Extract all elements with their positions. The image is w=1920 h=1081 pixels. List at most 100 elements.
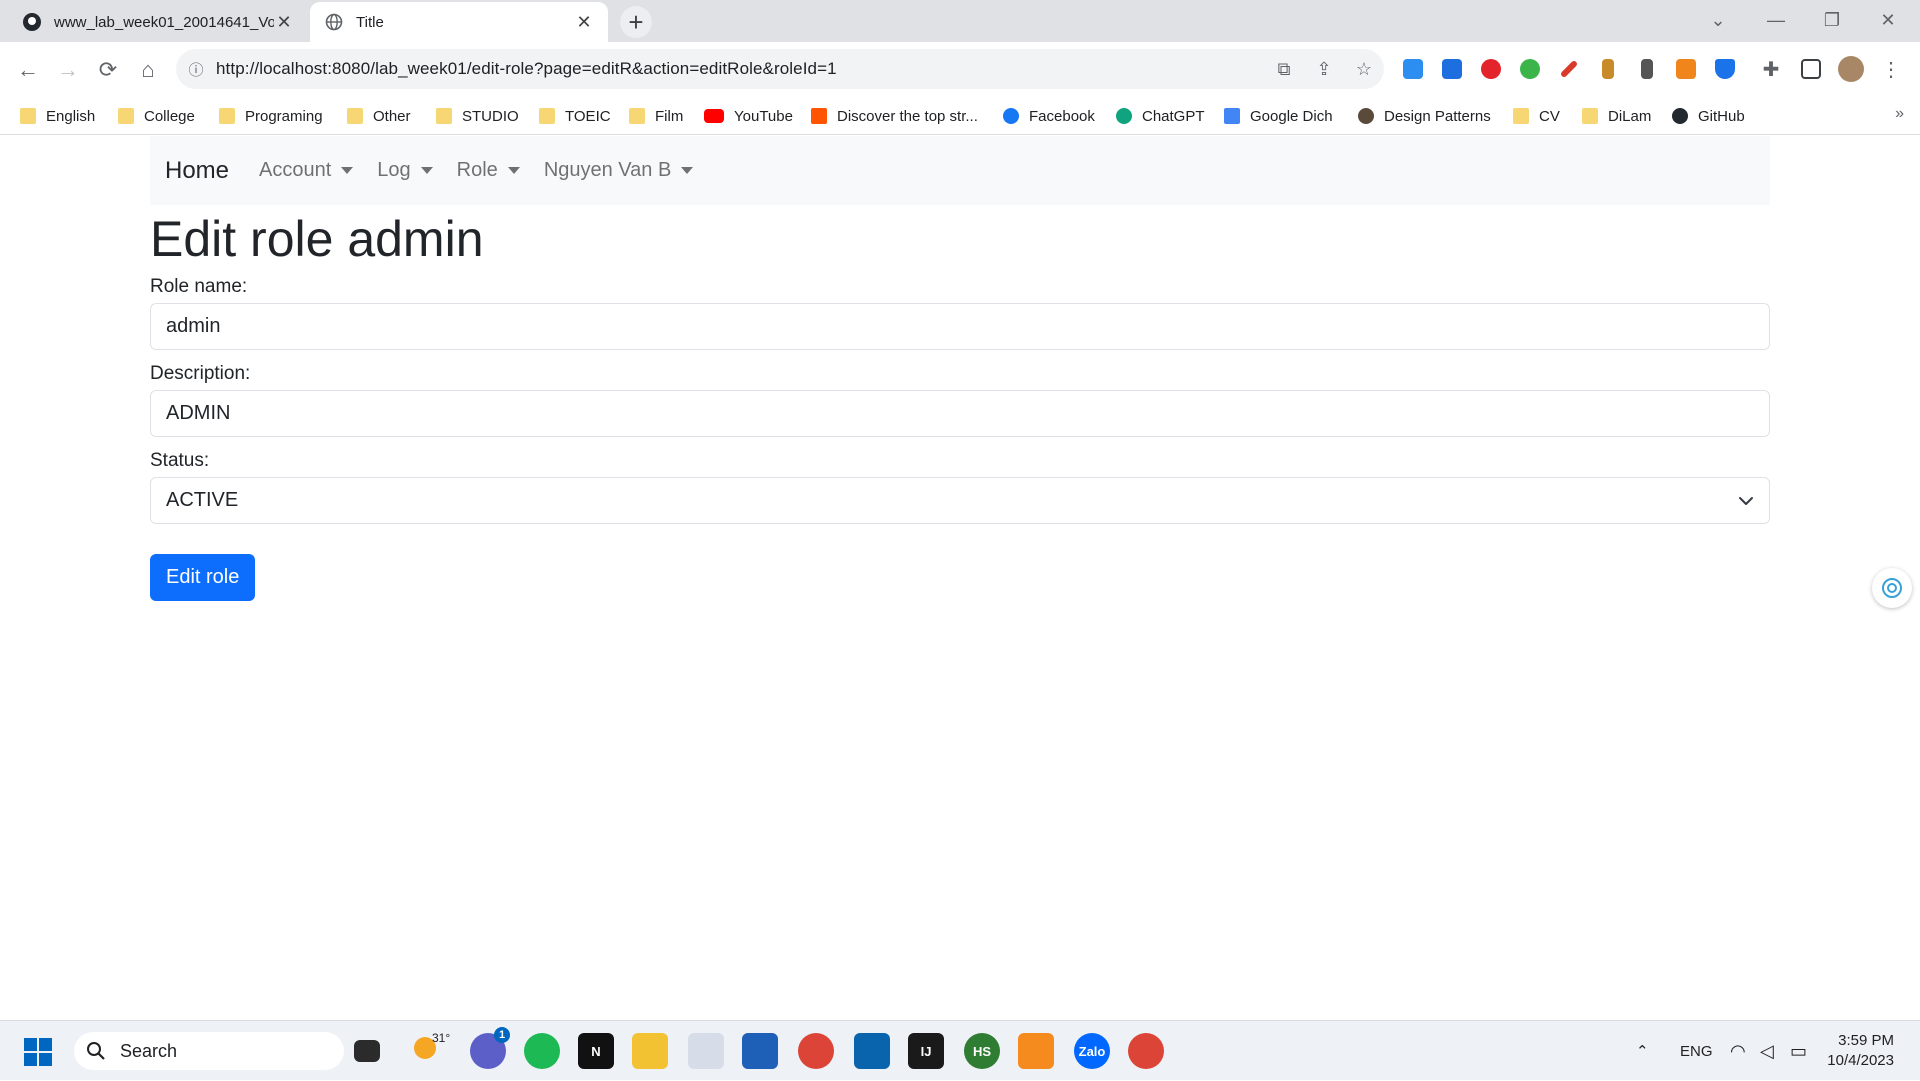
site-info-icon[interactable]: ⓘ bbox=[176, 59, 216, 80]
bookmark-english[interactable]: English bbox=[20, 105, 95, 127]
minimize-button[interactable]: — bbox=[1748, 0, 1804, 40]
description-label: Description: bbox=[150, 363, 251, 384]
address-bar[interactable]: ⓘ http://localhost:8080/lab_week01/edit-… bbox=[176, 49, 1384, 89]
bookmark-youtube[interactable]: YouTube bbox=[704, 105, 793, 127]
nav-log-dropdown[interactable]: Log bbox=[377, 159, 433, 182]
weather-icon[interactable]: 31° bbox=[414, 1031, 450, 1069]
bookmark-chatgpt[interactable]: ChatGPT bbox=[1116, 105, 1205, 127]
role-name-value: admin bbox=[166, 315, 221, 337]
battery-icon[interactable]: ▭ bbox=[1790, 1021, 1807, 1081]
tab-strip: www_lab_week01_20014641_Vo ✕ Title ✕ + ⌄… bbox=[0, 0, 1920, 42]
restore-button[interactable]: ❐ bbox=[1804, 0, 1860, 40]
bookmark-label: TOEIC bbox=[565, 107, 611, 125]
share-icon[interactable]: ⇪ bbox=[1304, 59, 1344, 80]
web-page: Home Account Log Role Nguyen Van B Edit … bbox=[0, 136, 1920, 1020]
back-icon[interactable]: ← bbox=[12, 54, 44, 86]
bookmark-label: Other bbox=[373, 107, 411, 125]
nav-user-dropdown[interactable]: Nguyen Van B bbox=[544, 159, 694, 182]
extension-pen-icon[interactable] bbox=[1554, 54, 1584, 84]
side-panel-icon[interactable] bbox=[1796, 54, 1826, 84]
bookmark-label: English bbox=[46, 107, 96, 125]
bookmark-dilam[interactable]: DiLam bbox=[1582, 105, 1651, 127]
bookmark-label: GitHub bbox=[1698, 107, 1745, 125]
snipping-tool-icon[interactable] bbox=[688, 1033, 724, 1069]
nav-role-dropdown[interactable]: Role bbox=[457, 159, 520, 182]
metamask-icon[interactable] bbox=[1671, 54, 1701, 84]
bookmark-cv[interactable]: CV bbox=[1513, 105, 1560, 127]
extension-card-icon[interactable] bbox=[1632, 54, 1662, 84]
windows-start-icon[interactable] bbox=[24, 1038, 52, 1066]
bookmark-college[interactable]: College bbox=[118, 105, 195, 127]
taskbar-search[interactable]: Search bbox=[74, 1032, 344, 1070]
extension-opera-icon[interactable] bbox=[1476, 54, 1506, 84]
status-label: Status: bbox=[150, 450, 210, 471]
nav-home-link[interactable]: Home bbox=[165, 157, 229, 185]
extension-drop-icon[interactable] bbox=[1398, 54, 1428, 84]
intellij-icon[interactable]: IJ bbox=[908, 1033, 944, 1069]
bookmark-label: YouTube bbox=[734, 107, 793, 125]
bookmark-design-patterns[interactable]: Design Patterns bbox=[1358, 105, 1491, 127]
translate-icon[interactable]: ⧉ bbox=[1264, 59, 1304, 80]
bookmark-toeic[interactable]: TOEIC bbox=[539, 105, 611, 127]
language-indicator[interactable]: ENG bbox=[1680, 1021, 1713, 1081]
notion-icon[interactable]: N bbox=[578, 1033, 614, 1069]
task-view-icon[interactable] bbox=[354, 1040, 380, 1062]
bookmark-other[interactable]: Other bbox=[347, 105, 411, 127]
nav-label: Role bbox=[456, 159, 498, 181]
bookmark-star-icon[interactable]: ☆ bbox=[1344, 59, 1384, 80]
show-hidden-icons-icon[interactable]: ⌃ bbox=[1636, 1021, 1649, 1081]
youtube-icon bbox=[704, 109, 724, 123]
close-tab-icon[interactable]: ✕ bbox=[574, 12, 594, 33]
description-input[interactable]: ADMIN bbox=[150, 390, 1770, 437]
bookmark-github[interactable]: GitHub bbox=[1672, 105, 1745, 127]
bookmark-facebook[interactable]: Facebook bbox=[1003, 105, 1095, 127]
hs-app-icon[interactable]: HS bbox=[964, 1033, 1000, 1069]
extension-tool-icon[interactable] bbox=[1593, 54, 1623, 84]
bookmark-film[interactable]: Film bbox=[629, 105, 683, 127]
clock-time: 3:59 PM bbox=[1838, 1032, 1894, 1049]
reload-icon[interactable]: ⟳ bbox=[92, 54, 124, 86]
bookmark-google-dich[interactable]: Google Dich bbox=[1224, 105, 1333, 127]
edit-role-button[interactable]: Edit role bbox=[150, 554, 256, 601]
wifi-icon[interactable]: ◠ bbox=[1730, 1021, 1746, 1081]
taskbar-clock[interactable]: 3:59 PM 10/4/2023 bbox=[1827, 1031, 1894, 1071]
close-tab-icon[interactable]: ✕ bbox=[274, 12, 294, 33]
store-icon[interactable] bbox=[742, 1033, 778, 1069]
folder-icon bbox=[629, 108, 645, 124]
browser-menu-icon[interactable]: ⋮ bbox=[1876, 54, 1906, 84]
extensions-puzzle-icon[interactable]: ✚ bbox=[1756, 54, 1786, 84]
url-text[interactable]: http://localhost:8080/lab_week01/edit-ro… bbox=[216, 59, 1264, 79]
status-select[interactable]: ACTIVE bbox=[150, 477, 1770, 524]
chatgpt-floating-icon[interactable] bbox=[1872, 568, 1912, 608]
file-explorer-icon[interactable] bbox=[632, 1033, 668, 1069]
extension-mail-icon[interactable] bbox=[1437, 54, 1467, 84]
notification-badge: 1 bbox=[494, 1027, 510, 1043]
tab-github[interactable]: www_lab_week01_20014641_Vo ✕ bbox=[8, 2, 308, 42]
mail-icon[interactable] bbox=[854, 1033, 890, 1069]
chrome-icon[interactable] bbox=[1128, 1033, 1164, 1069]
chrome-icon[interactable] bbox=[798, 1033, 834, 1069]
zalo-icon[interactable]: Zalo bbox=[1074, 1033, 1110, 1069]
chatgpt-icon bbox=[1116, 108, 1132, 124]
volume-icon[interactable]: ◁ bbox=[1760, 1021, 1774, 1081]
new-tab-button[interactable]: + bbox=[620, 6, 652, 38]
bookmark-studio[interactable]: STUDIO bbox=[436, 105, 519, 127]
profile-avatar[interactable] bbox=[1836, 54, 1866, 84]
pdf-app-icon[interactable] bbox=[1018, 1033, 1054, 1069]
more-bookmarks-icon[interactable]: » bbox=[1895, 105, 1904, 123]
nav-account-dropdown[interactable]: Account bbox=[259, 159, 354, 182]
spotify-icon[interactable] bbox=[524, 1033, 560, 1069]
extension-green-icon[interactable] bbox=[1515, 54, 1545, 84]
chat-icon[interactable]: 1 bbox=[470, 1027, 510, 1069]
shield-icon[interactable] bbox=[1710, 54, 1740, 84]
bookmark-discover[interactable]: Discover the top str... bbox=[811, 105, 978, 127]
bookmark-programing[interactable]: Programing bbox=[219, 105, 323, 127]
tab-search-icon[interactable]: ⌄ bbox=[1690, 0, 1746, 40]
close-window-button[interactable]: ✕ bbox=[1860, 0, 1916, 40]
google-translate-icon bbox=[1224, 108, 1240, 124]
tab-title-active[interactable]: Title ✕ bbox=[310, 2, 608, 42]
forward-icon[interactable]: → bbox=[52, 54, 84, 86]
role-name-input[interactable]: admin bbox=[150, 303, 1770, 350]
caret-down-icon bbox=[420, 167, 433, 174]
home-icon[interactable]: ⌂ bbox=[132, 54, 164, 86]
